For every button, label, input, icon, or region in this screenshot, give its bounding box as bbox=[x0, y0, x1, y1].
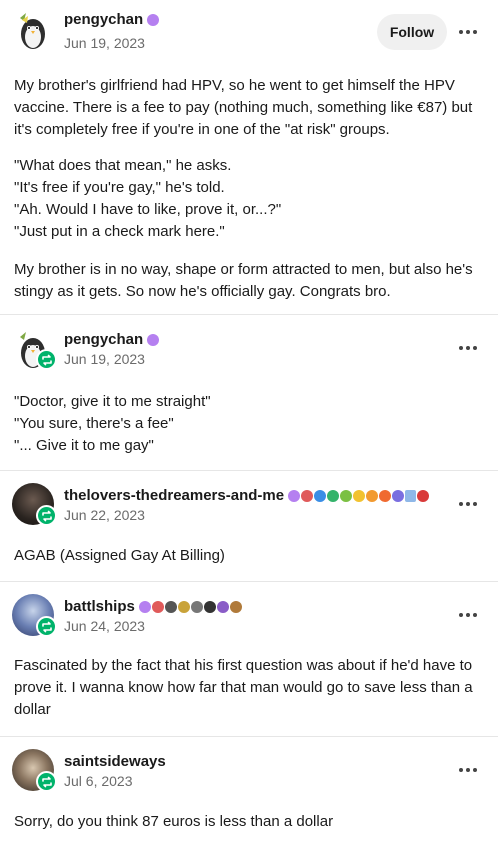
avatar[interactable] bbox=[12, 483, 57, 526]
badge-icon bbox=[301, 490, 314, 503]
badge-icon bbox=[216, 601, 229, 614]
post-text-line: it's completely free if you're in one of… bbox=[14, 121, 390, 138]
avatar[interactable] bbox=[12, 327, 57, 370]
username-text[interactable]: pengychan bbox=[64, 331, 143, 348]
reblog-post: pengychan Jun 19, 2023 "Doctor, give it … bbox=[0, 315, 498, 470]
username[interactable]: battlships bbox=[64, 598, 242, 615]
badge-icon bbox=[147, 334, 160, 347]
reblog-post: saintsideways Jul 6, 2023 Sorry, do you … bbox=[0, 737, 498, 846]
post-date[interactable]: Jul 6, 2023 bbox=[64, 773, 133, 789]
post-text-line: AGAB (Assigned Gay At Billing) bbox=[14, 547, 225, 564]
post-date[interactable]: Jun 24, 2023 bbox=[64, 618, 145, 634]
user-badges bbox=[138, 601, 242, 614]
badge-icon bbox=[327, 490, 340, 503]
user-badges bbox=[288, 490, 430, 503]
post-date[interactable]: Jun 22, 2023 bbox=[64, 507, 145, 523]
more-options-icon[interactable] bbox=[459, 499, 479, 509]
post-text-line: My brother is in no way, shape or form a… bbox=[14, 261, 473, 278]
reblog-post: battlships Jun 24, 2023 Fascinated by th… bbox=[0, 582, 498, 737]
username[interactable]: saintsideways bbox=[64, 753, 166, 770]
badge-icon bbox=[164, 601, 177, 614]
reblog-icon bbox=[36, 349, 57, 370]
post-text-line: dollar bbox=[14, 701, 51, 718]
badge-icon bbox=[314, 490, 327, 503]
avatar[interactable] bbox=[12, 749, 57, 792]
avatar[interactable] bbox=[12, 594, 57, 637]
reblog-icon bbox=[36, 505, 57, 526]
post-text-line: "Ah. Would I have to like, prove it, or.… bbox=[14, 201, 282, 218]
more-options-icon[interactable] bbox=[459, 343, 479, 353]
post-original: pengychan Jun 19, 2023 Follow My brother… bbox=[0, 0, 498, 315]
badge-icon bbox=[392, 490, 405, 503]
avatar[interactable] bbox=[12, 8, 54, 50]
penguin-avatar-icon bbox=[20, 13, 45, 49]
reblog-icon bbox=[36, 616, 57, 637]
post-text-line: My brother's girlfriend had HPV, so he w… bbox=[14, 77, 455, 94]
badge-icon bbox=[379, 490, 392, 503]
post-text-line: vaccine. There is a fee to pay (nothing … bbox=[14, 99, 473, 116]
badge-icon bbox=[353, 490, 366, 503]
badge-icon bbox=[288, 490, 301, 503]
post-text-line: Fascinated by the fact that his first qu… bbox=[14, 657, 473, 674]
post-text-line: "Doctor, give it to me straight" bbox=[14, 393, 211, 410]
post-text-line: "You sure, there's a fee" bbox=[14, 415, 174, 432]
reblog-post: thelovers-thedreamers-and-me Jun 22, 202… bbox=[0, 471, 498, 581]
post-text-line: "What does that mean," he asks. bbox=[14, 157, 232, 174]
more-options-icon[interactable] bbox=[459, 610, 479, 620]
username-text[interactable]: thelovers-thedreamers-and-me bbox=[64, 487, 284, 504]
post-text-line: "... Give it to me gay" bbox=[14, 437, 154, 454]
badge-icon bbox=[151, 601, 164, 614]
username[interactable]: pengychan bbox=[64, 11, 160, 28]
more-options-icon[interactable] bbox=[459, 27, 479, 37]
user-badges bbox=[147, 14, 160, 27]
post-text-line: stingy as it gets. So now he's officiall… bbox=[14, 283, 391, 300]
username-text[interactable]: pengychan bbox=[64, 11, 143, 28]
badge-icon bbox=[190, 601, 203, 614]
badge-icon bbox=[366, 490, 379, 503]
post-text-line: Sorry, do you think 87 euros is less tha… bbox=[14, 813, 334, 830]
post-text-line: prove it. I wanna know how far that man … bbox=[14, 679, 473, 696]
badge-icon bbox=[417, 490, 430, 503]
more-options-icon[interactable] bbox=[459, 765, 479, 775]
badge-icon bbox=[177, 601, 190, 614]
post-text-line: "It's free if you're gay," he's told. bbox=[14, 179, 225, 196]
user-badges bbox=[147, 334, 160, 347]
badge-icon bbox=[147, 14, 160, 27]
badge-icon bbox=[405, 490, 417, 503]
reblog-icon bbox=[36, 771, 57, 792]
post-text-line: "Just put in a check mark here." bbox=[14, 223, 225, 240]
username-text[interactable]: saintsideways bbox=[64, 753, 166, 770]
username[interactable]: thelovers-thedreamers-and-me bbox=[64, 487, 430, 504]
post-date[interactable]: Jun 19, 2023 bbox=[64, 35, 145, 51]
badge-icon bbox=[203, 601, 216, 614]
badge-icon bbox=[138, 601, 151, 614]
follow-button[interactable]: Follow bbox=[377, 14, 447, 50]
post-date[interactable]: Jun 19, 2023 bbox=[64, 351, 145, 367]
badge-icon bbox=[340, 490, 353, 503]
badge-icon bbox=[229, 601, 242, 614]
username-text[interactable]: battlships bbox=[64, 598, 135, 615]
username[interactable]: pengychan bbox=[64, 331, 160, 348]
